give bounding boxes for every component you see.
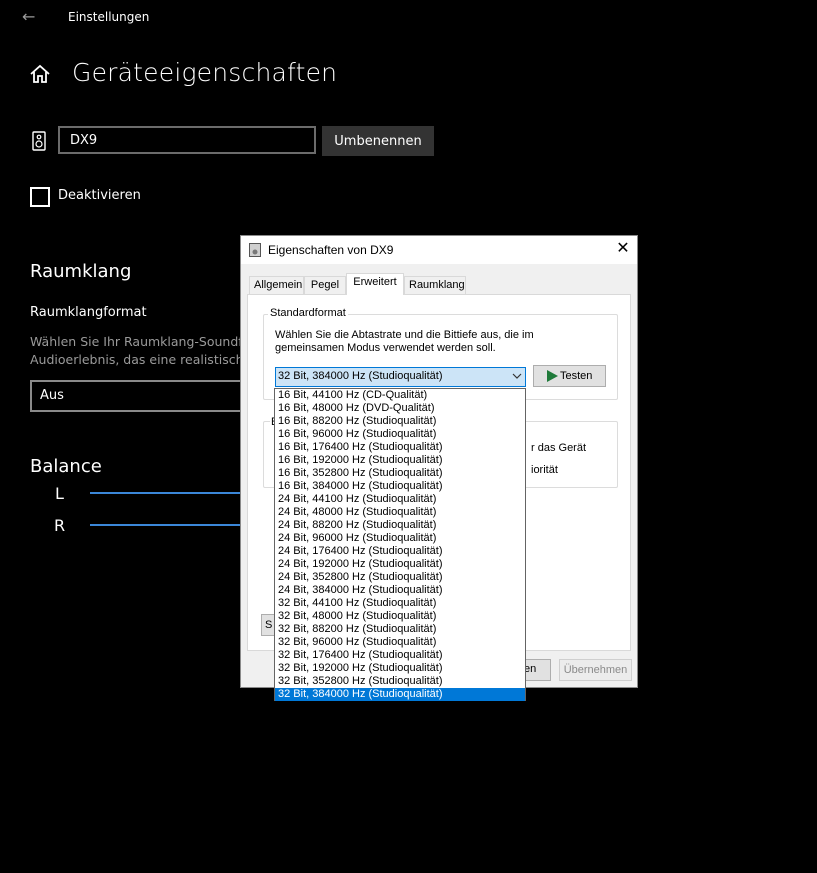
format-option[interactable]: 24 Bit, 384000 Hz (Studioqualität) [275,584,525,597]
exclusive-option-text: iorität [531,464,558,476]
apply-button[interactable]: Übernehmen [559,659,632,681]
tab-erweitert[interactable]: Erweitert [346,273,404,295]
disable-label: Deaktivieren [58,188,141,203]
format-option[interactable]: 32 Bit, 48000 Hz (Studioqualität) [275,610,525,623]
standard-format-description: Wählen Sie die Abtastrate und die Bittie… [275,329,534,341]
device-name-input[interactable] [58,126,316,154]
format-option[interactable]: 16 Bit, 176400 Hz (Studioqualität) [275,441,525,454]
tab-raumklang[interactable]: Raumklang [404,276,466,294]
balance-right-label: R [54,516,66,535]
format-option[interactable]: 24 Bit, 48000 Hz (Studioqualität) [275,506,525,519]
format-combobox-value: 32 Bit, 384000 Hz (Studioqualität) [278,370,443,382]
format-dropdown-list: 16 Bit, 44100 Hz (CD-Qualität) 16 Bit, 48… [274,388,526,701]
format-option[interactable]: 24 Bit, 352800 Hz (Studioqualität) [275,571,525,584]
format-option[interactable]: 32 Bit, 384000 Hz (Studioqualität) [275,688,525,701]
format-option[interactable]: 24 Bit, 88200 Hz (Studioqualität) [275,519,525,532]
tab-allgemein[interactable]: Allgemein [249,276,304,294]
balance-right-slider[interactable] [90,524,240,526]
standard-format-title: Standardformat [268,307,348,319]
spatial-sound-heading: Raumklang [30,261,132,282]
close-icon[interactable]: ✕ [615,240,631,258]
balance-left-slider[interactable] [90,492,240,494]
defaults-button[interactable]: S [261,614,275,636]
home-icon[interactable] [28,62,52,86]
format-option[interactable]: 16 Bit, 88200 Hz (Studioqualität) [275,415,525,428]
format-option[interactable]: 32 Bit, 176400 Hz (Studioqualität) [275,649,525,662]
exclusive-option-text: r das Gerät [531,442,587,454]
format-option[interactable]: 32 Bit, 96000 Hz (Studioqualität) [275,636,525,649]
spatial-format-label: Raumklangformat [30,305,147,320]
format-option[interactable]: 32 Bit, 192000 Hz (Studioqualität) [275,662,525,675]
format-option[interactable]: 16 Bit, 352800 Hz (Studioqualität) [275,467,525,480]
format-option[interactable]: 24 Bit, 44100 Hz (Studioqualität) [275,493,525,506]
format-option[interactable]: 16 Bit, 48000 Hz (DVD-Qualität) [275,402,525,415]
spatial-description: Wählen Sie Ihr Raumklang-Soundf [30,334,243,349]
format-option[interactable]: 24 Bit, 96000 Hz (Studioqualität) [275,532,525,545]
format-option[interactable]: 32 Bit, 352800 Hz (Studioqualität) [275,675,525,688]
format-option[interactable]: 24 Bit, 176400 Hz (Studioqualität) [275,545,525,558]
dialog-title: Eigenschaften von DX9 [268,243,394,257]
app-title: Einstellungen [68,10,150,24]
format-option[interactable]: 32 Bit, 88200 Hz (Studioqualität) [275,623,525,636]
page-title: Geräteeigenschaften [72,58,338,87]
speaker-icon [32,131,46,151]
spatial-description: Audioerlebnis, das eine realistische [30,352,252,367]
format-option[interactable]: 16 Bit, 44100 Hz (CD-Qualität) [275,389,525,402]
spatial-format-value: Aus [40,388,64,403]
standard-format-description: gemeinsamen Modus verwendet werden soll. [275,342,496,354]
format-option[interactable]: 32 Bit, 44100 Hz (Studioqualität) [275,597,525,610]
chevron-down-icon[interactable] [511,369,523,383]
balance-heading: Balance [30,456,102,477]
speaker-icon [249,243,261,257]
rename-button[interactable]: Umbenennen [322,126,434,156]
balance-left-label: L [55,484,64,503]
format-option[interactable]: 24 Bit, 192000 Hz (Studioqualität) [275,558,525,571]
disable-checkbox[interactable] [30,187,50,207]
back-arrow-icon[interactable]: ← [22,8,40,26]
format-option[interactable]: 16 Bit, 96000 Hz (Studioqualität) [275,428,525,441]
defaults-button-label: S [265,619,273,631]
format-option[interactable]: 16 Bit, 384000 Hz (Studioqualität) [275,480,525,493]
tab-pegel[interactable]: Pegel [304,276,346,294]
play-icon [547,370,558,382]
format-option[interactable]: 16 Bit, 192000 Hz (Studioqualität) [275,454,525,467]
test-button-label: Testen [560,370,593,382]
